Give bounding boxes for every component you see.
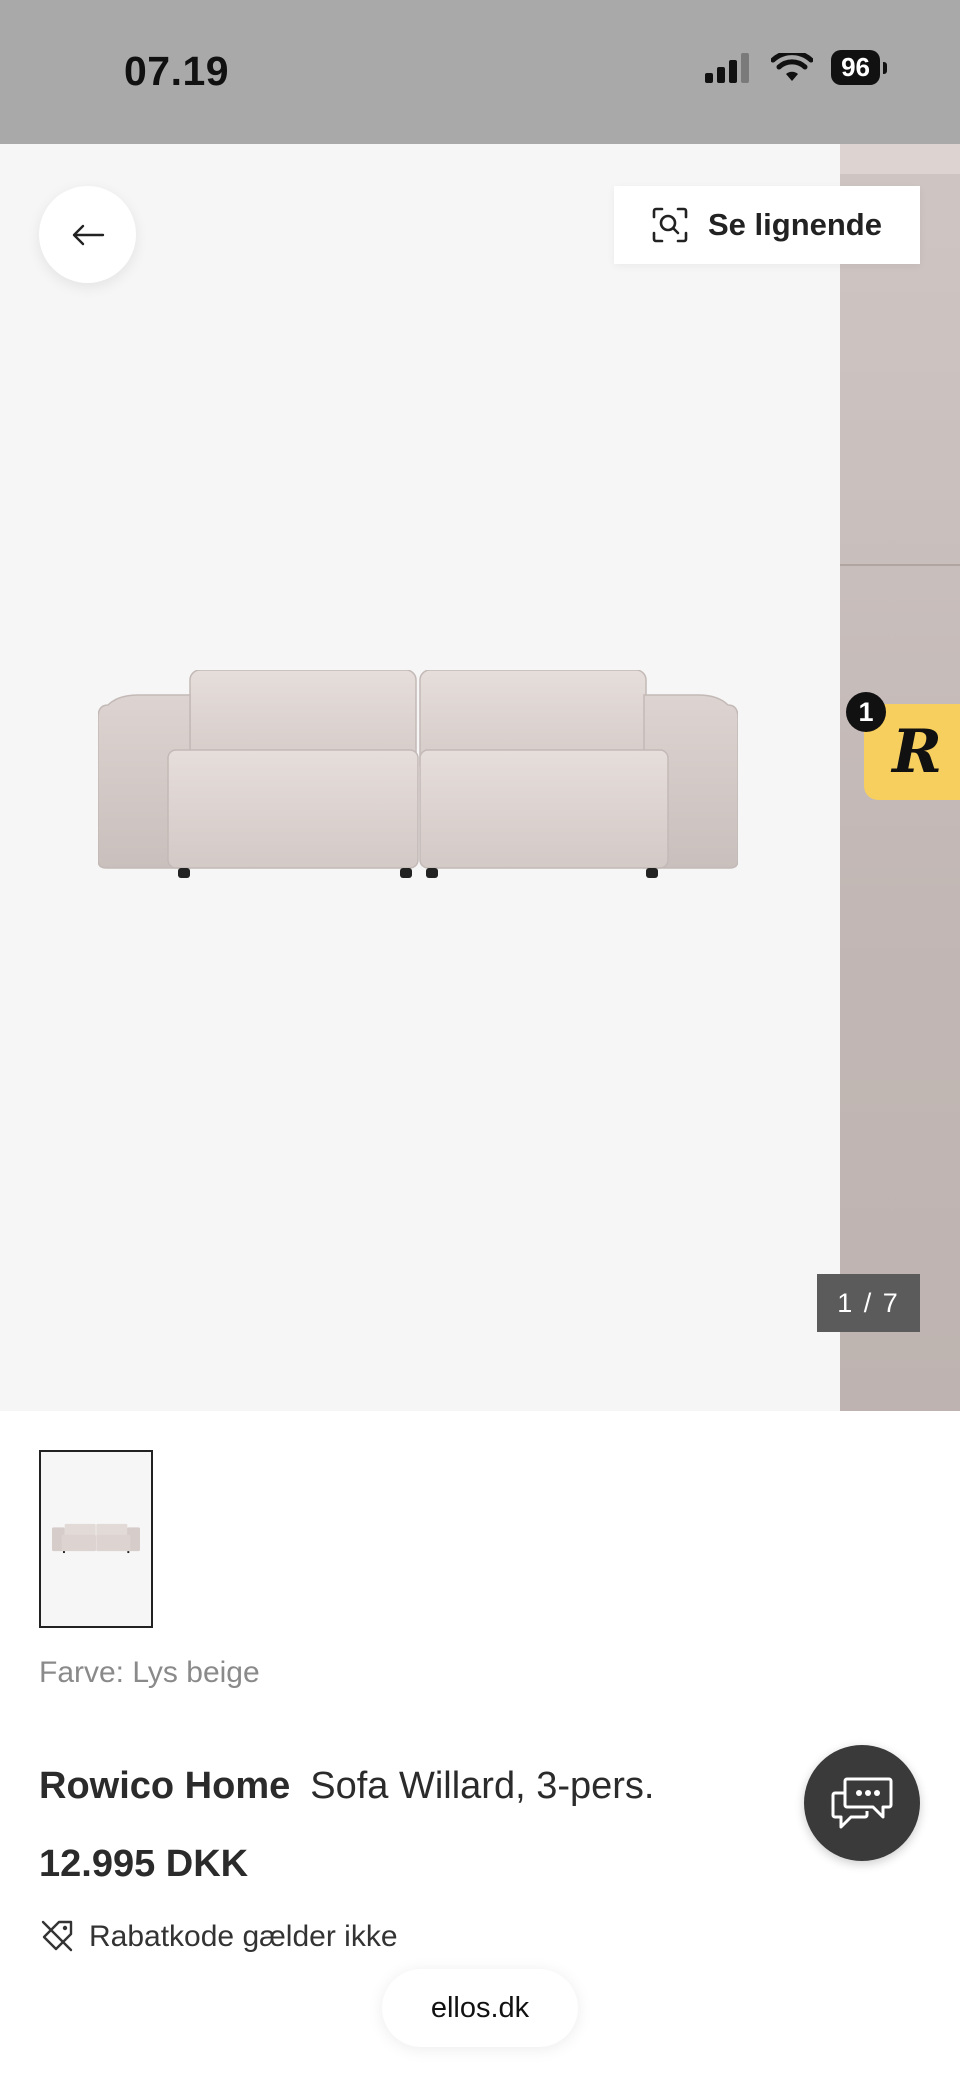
sofa-image <box>97 669 739 878</box>
rewards-badge-count: 1 <box>846 692 886 732</box>
see-similar-button[interactable]: Se lignende <box>614 186 920 264</box>
discount-note: Rabatkode gælder ikke <box>39 1918 639 1962</box>
browser-url-bar[interactable]: ellos.dk <box>382 1969 578 2047</box>
product-image-gallery[interactable]: Se lignende R 1 1 / 7 <box>0 144 960 1411</box>
visual-search-icon <box>652 207 688 243</box>
thumbnail-selected[interactable] <box>39 1450 153 1628</box>
see-similar-label: Se lignende <box>708 207 882 242</box>
chat-icon <box>831 1777 893 1829</box>
color-label: Farve: Lys beige <box>39 1656 260 1689</box>
status-time: 07.19 <box>124 48 230 94</box>
arrow-left-icon <box>72 224 104 245</box>
chat-button[interactable] <box>804 1745 920 1861</box>
discount-note-text: Rabatkode gælder ikke <box>89 1920 398 1953</box>
product-name: Sofa Willard, 3-pers. <box>310 1765 655 1807</box>
product-main-image[interactable] <box>97 669 739 1026</box>
signal-icon <box>705 52 750 83</box>
image-counter: 1 / 7 <box>817 1274 920 1332</box>
tag-crossed-icon <box>41 1920 73 1952</box>
wifi-icon <box>771 52 814 81</box>
sofa-thumbnail-image <box>52 1523 140 1554</box>
status-bar: 07.19 96 <box>0 0 960 144</box>
rewards-logo-icon: R <box>892 717 942 787</box>
status-icons: 96 <box>705 50 887 85</box>
back-button[interactable] <box>39 186 136 283</box>
product-brand[interactable]: Rowico Home <box>39 1765 290 1807</box>
battery-icon: 96 <box>831 50 887 85</box>
product-price: 12.995 DKK <box>39 1843 249 1885</box>
product-title: Rowico Home Sofa Willard, 3-pers. <box>39 1765 654 1808</box>
